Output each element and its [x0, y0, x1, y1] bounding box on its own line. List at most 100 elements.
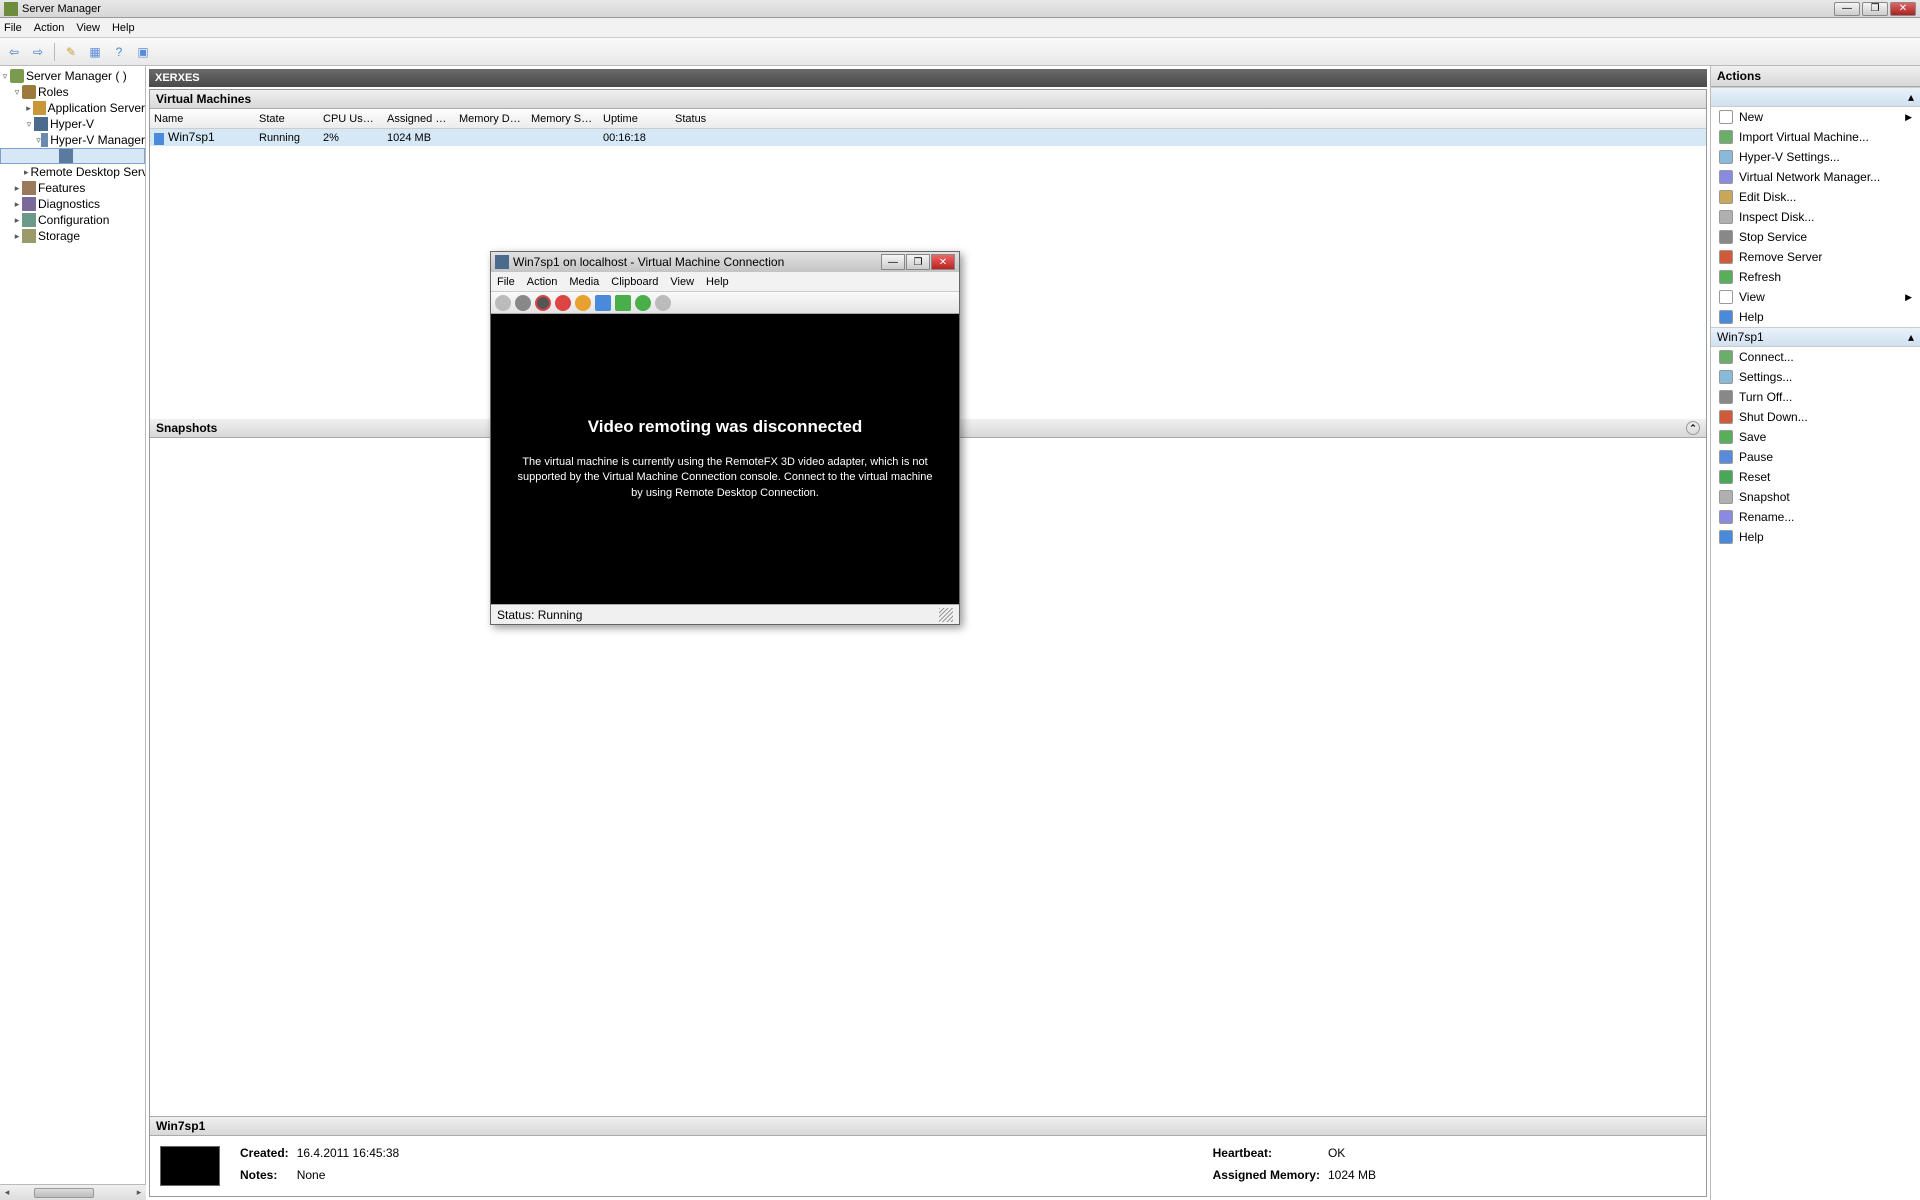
- window-controls: — ❐ ✕: [1834, 2, 1916, 16]
- tree-item[interactable]: ▸Configuration: [0, 212, 145, 228]
- action-item[interactable]: Snapshot: [1711, 487, 1920, 507]
- reset-icon[interactable]: [615, 295, 631, 311]
- vm-table-header[interactable]: Name State CPU Usage Assigned Memory Mem…: [150, 109, 1706, 129]
- tree-item[interactable]: ▸Remote Desktop Services: [0, 164, 145, 180]
- tree-item[interactable]: [0, 148, 145, 164]
- action-item[interactable]: Remove Server: [1711, 247, 1920, 267]
- close-button[interactable]: ✕: [1890, 2, 1916, 16]
- snapshot-icon[interactable]: [635, 295, 651, 311]
- col-uptime[interactable]: Uptime: [599, 113, 671, 125]
- amem-value: 1024 MB: [1328, 1168, 1376, 1186]
- collapse-arrow-icon[interactable]: ▴: [1908, 90, 1914, 104]
- tree-item[interactable]: ▸Diagnostics: [0, 196, 145, 212]
- vm-row[interactable]: Win7sp1 Running 2% 1024 MB 00:16:18: [150, 129, 1706, 146]
- tree-item[interactable]: ▿Hyper-V Manager: [0, 132, 145, 148]
- console-icon[interactable]: ▣: [133, 42, 153, 62]
- action-item[interactable]: Inspect Disk...: [1711, 207, 1920, 227]
- col-status[interactable]: Status: [671, 113, 811, 125]
- action-item[interactable]: View▶: [1711, 287, 1920, 307]
- vmc-error-heading: Video remoting was disconnected: [588, 417, 863, 437]
- col-cpu[interactable]: CPU Usage: [319, 113, 383, 125]
- vmc-menu-help[interactable]: Help: [706, 276, 729, 288]
- action-item[interactable]: Edit Disk...: [1711, 187, 1920, 207]
- vmc-maximize-button[interactable]: ❐: [906, 254, 930, 270]
- minimize-button[interactable]: —: [1834, 2, 1860, 16]
- start-icon[interactable]: [515, 295, 531, 311]
- maximize-button[interactable]: ❐: [1862, 2, 1888, 16]
- actions-group1-header[interactable]: ▴: [1711, 87, 1920, 107]
- forward-button[interactable]: ⇨: [28, 42, 48, 62]
- col-assigned-memory[interactable]: Assigned Memory: [383, 113, 455, 125]
- tree-item[interactable]: ▸Storage: [0, 228, 145, 244]
- action-item[interactable]: Save: [1711, 427, 1920, 447]
- shutdown-icon[interactable]: [555, 295, 571, 311]
- vm-cpu: 2%: [319, 132, 383, 144]
- action-item[interactable]: Shut Down...: [1711, 407, 1920, 427]
- pause-icon[interactable]: [595, 295, 611, 311]
- action-item[interactable]: Virtual Network Manager...: [1711, 167, 1920, 187]
- vmc-titlebar[interactable]: Win7sp1 on localhost - Virtual Machine C…: [491, 252, 959, 272]
- action-item[interactable]: Turn Off...: [1711, 387, 1920, 407]
- col-state[interactable]: State: [255, 113, 319, 125]
- collapse-icon[interactable]: ⌃: [1686, 421, 1700, 435]
- created-value: 16.4.2011 16:45:38: [297, 1146, 400, 1164]
- details-body: Created: 16.4.2011 16:45:38 Notes: None …: [150, 1136, 1706, 1196]
- back-button[interactable]: ⇦: [4, 42, 24, 62]
- menu-action[interactable]: Action: [34, 22, 65, 34]
- app-icon: [4, 2, 18, 16]
- action-item[interactable]: Import Virtual Machine...: [1711, 127, 1920, 147]
- vmc-menu-media[interactable]: Media: [569, 276, 599, 288]
- revert-icon[interactable]: [655, 295, 671, 311]
- action-item[interactable]: Reset: [1711, 467, 1920, 487]
- created-label: Created:: [240, 1146, 289, 1164]
- vm-connection-window[interactable]: Win7sp1 on localhost - Virtual Machine C…: [490, 251, 960, 625]
- heartbeat-label: Heartbeat:: [1213, 1146, 1320, 1164]
- action-item[interactable]: Pause: [1711, 447, 1920, 467]
- vmc-menu-clipboard[interactable]: Clipboard: [611, 276, 658, 288]
- details-title-label: Win7sp1: [156, 1119, 205, 1133]
- action-item[interactable]: Stop Service: [1711, 227, 1920, 247]
- menu-view[interactable]: View: [76, 22, 100, 34]
- action-item[interactable]: Connect...: [1711, 347, 1920, 367]
- col-name[interactable]: Name: [150, 113, 255, 125]
- vmc-menu-file[interactable]: File: [497, 276, 515, 288]
- action-item[interactable]: Settings...: [1711, 367, 1920, 387]
- snapshots-label: Snapshots: [156, 421, 217, 435]
- actions-title: Actions: [1711, 66, 1920, 87]
- properties-icon[interactable]: ▦: [85, 42, 105, 62]
- menu-file[interactable]: File: [4, 22, 22, 34]
- window-title: Server Manager: [22, 3, 1834, 15]
- action-item[interactable]: Help: [1711, 307, 1920, 327]
- collapse-arrow-icon[interactable]: ▴: [1908, 330, 1914, 344]
- actions-group2-header[interactable]: Win7sp1 ▴: [1711, 327, 1920, 347]
- refresh-icon[interactable]: ✎: [61, 42, 81, 62]
- save-icon[interactable]: [575, 295, 591, 311]
- tree-item[interactable]: ▸Features: [0, 180, 145, 196]
- action-item[interactable]: Refresh: [1711, 267, 1920, 287]
- details-title: Win7sp1: [150, 1117, 1706, 1136]
- vmc-menu-action[interactable]: Action: [527, 276, 558, 288]
- help-icon[interactable]: ?: [109, 42, 129, 62]
- navigation-tree[interactable]: ▿ Server Manager ( ) ▿Roles▸Application …: [0, 66, 146, 1184]
- vmc-title-text: Win7sp1 on localhost - Virtual Machine C…: [513, 255, 881, 269]
- tree-item[interactable]: ▸Application Server: [0, 100, 145, 116]
- vmc-menu-view[interactable]: View: [670, 276, 694, 288]
- col-memory-status[interactable]: Memory Status: [527, 113, 599, 125]
- vmc-minimize-button[interactable]: —: [881, 254, 905, 270]
- tree-item[interactable]: ▿Roles: [0, 84, 145, 100]
- resize-grip-icon[interactable]: [939, 608, 953, 622]
- action-item[interactable]: Hyper-V Settings...: [1711, 147, 1920, 167]
- action-item[interactable]: Help: [1711, 527, 1920, 547]
- col-memory-demand[interactable]: Memory Demand: [455, 113, 527, 125]
- action-item[interactable]: New▶: [1711, 107, 1920, 127]
- vm-section-title: Virtual Machines: [150, 90, 1706, 109]
- vmc-close-button[interactable]: ✕: [931, 254, 955, 270]
- tree-scrollbar[interactable]: ◂▸: [0, 1184, 146, 1200]
- tree-root[interactable]: ▿ Server Manager ( ): [0, 68, 145, 84]
- turnoff-icon[interactable]: [535, 295, 551, 311]
- ctrl-alt-del-icon[interactable]: [495, 295, 511, 311]
- tree-item[interactable]: ▿Hyper-V: [0, 116, 145, 132]
- action-item[interactable]: Rename...: [1711, 507, 1920, 527]
- vmc-status-text: Status: Running: [497, 608, 582, 622]
- menu-help[interactable]: Help: [112, 22, 135, 34]
